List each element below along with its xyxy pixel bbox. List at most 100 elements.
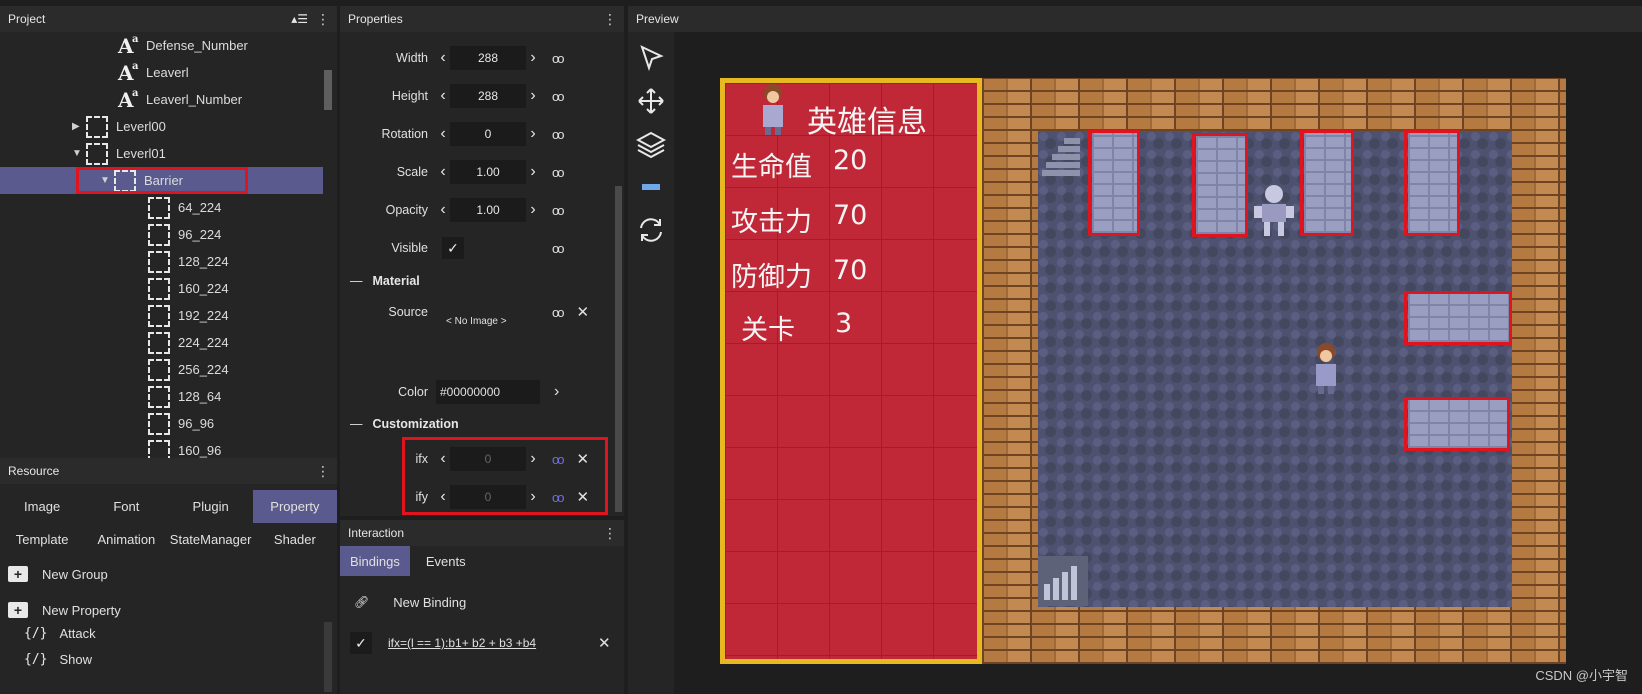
chevron-right-icon[interactable]: › bbox=[526, 198, 540, 222]
link-icon[interactable]: oo bbox=[552, 89, 565, 104]
scale-value[interactable]: 1.00 bbox=[450, 160, 526, 184]
tree-item-label: 160_224 bbox=[178, 281, 229, 296]
tree-item-label: 128_64 bbox=[178, 389, 222, 404]
tree-item[interactable]: ▶ Leverl00 bbox=[0, 113, 337, 140]
tab-plugin[interactable]: Plugin bbox=[169, 490, 253, 523]
chevron-right-icon[interactable]: › bbox=[526, 160, 540, 184]
close-icon[interactable]: ✕ bbox=[598, 634, 611, 652]
node-icon bbox=[148, 385, 170, 408]
tab-shader[interactable]: Shader bbox=[253, 523, 337, 556]
project-scrollbar[interactable] bbox=[324, 70, 332, 110]
chevron-right-icon[interactable]: › bbox=[554, 383, 559, 401]
preview-title: Preview bbox=[636, 12, 679, 26]
node-icon bbox=[148, 412, 170, 435]
tree-item[interactable]: 224_224 bbox=[0, 329, 337, 356]
chevron-left-icon[interactable]: ‹ bbox=[436, 84, 450, 108]
tree-item[interactable]: 64_224 bbox=[0, 194, 337, 221]
expand-arrow-icon[interactable]: ▶ bbox=[72, 121, 86, 132]
chevron-right-icon[interactable]: › bbox=[526, 46, 540, 70]
opacity-value[interactable]: 1.00 bbox=[450, 198, 526, 222]
tree-item[interactable]: 128_224 bbox=[0, 248, 337, 275]
new-group-button[interactable]: + New Group bbox=[0, 556, 337, 592]
link-icon[interactable]: oo bbox=[552, 127, 565, 142]
stat-label: 防御力 bbox=[731, 262, 812, 293]
binding-expression[interactable]: ifx=(l == 1):b1+ b2 + b3 +b4 bbox=[388, 636, 578, 650]
layers-icon[interactable] bbox=[628, 122, 674, 165]
rotation-value[interactable]: 0 bbox=[450, 122, 526, 146]
resource-scrollbar[interactable] bbox=[324, 622, 332, 692]
tree-item[interactable]: ▼ Leverl01 bbox=[0, 140, 337, 167]
scale-stepper[interactable]: ‹ 1.00 › bbox=[436, 160, 540, 184]
material-section[interactable]: — Material bbox=[350, 274, 420, 288]
binding-checkbox[interactable]: ✓ bbox=[350, 632, 372, 654]
more-options-icon[interactable]: ⋮ bbox=[316, 11, 330, 28]
tree-item[interactable]: 96_224 bbox=[0, 221, 337, 248]
properties-scrollbar[interactable] bbox=[615, 186, 622, 512]
list-item[interactable]: {/} Show bbox=[0, 646, 337, 672]
tree-item-label: Leaverl bbox=[146, 65, 189, 80]
tab-events[interactable]: Events bbox=[416, 546, 476, 576]
source-value[interactable]: < No Image > bbox=[436, 298, 540, 327]
rotation-label: Rotation bbox=[381, 127, 428, 141]
tree-item[interactable]: 128_64 bbox=[0, 383, 337, 410]
link-icon[interactable]: oo bbox=[552, 51, 565, 66]
rotation-stepper[interactable]: ‹ 0 › bbox=[436, 122, 540, 146]
tab-animation[interactable]: Animation bbox=[84, 523, 168, 556]
customization-section[interactable]: — Customization bbox=[350, 417, 459, 431]
height-stepper[interactable]: ‹ 288 › bbox=[436, 84, 540, 108]
tree-item-label: 128_224 bbox=[178, 254, 229, 269]
more-options-icon[interactable]: ⋮ bbox=[603, 11, 617, 28]
tab-font[interactable]: Font bbox=[84, 490, 168, 523]
tab-property[interactable]: Property bbox=[252, 490, 337, 523]
tree-item[interactable]: Aa Leaverl bbox=[0, 59, 337, 86]
stat-label: 生命值 bbox=[731, 152, 812, 183]
chevron-left-icon[interactable]: ‹ bbox=[436, 160, 450, 184]
tab-image[interactable]: Image bbox=[0, 490, 84, 523]
width-value[interactable]: 288 bbox=[450, 46, 526, 70]
more-options-icon[interactable]: ⋮ bbox=[316, 463, 330, 480]
tree-item[interactable]: Aa Leaverl_Number bbox=[0, 86, 337, 113]
chevron-right-icon[interactable]: › bbox=[526, 84, 540, 108]
height-value[interactable]: 288 bbox=[450, 84, 526, 108]
list-item[interactable]: {/} Attack bbox=[0, 620, 337, 646]
resource-header: Resource ⋮ bbox=[0, 458, 337, 484]
collapse-arrow-icon[interactable]: ▼ bbox=[72, 148, 86, 159]
chevron-left-icon[interactable]: ‹ bbox=[436, 122, 450, 146]
width-stepper[interactable]: ‹ 288 › bbox=[436, 46, 540, 70]
select-tool-icon[interactable] bbox=[628, 36, 674, 79]
tab-statemanager[interactable]: StateManager bbox=[169, 523, 253, 556]
chevron-left-icon[interactable]: ‹ bbox=[436, 198, 450, 222]
tree-item[interactable]: 192_224 bbox=[0, 302, 337, 329]
link-icon[interactable]: oo bbox=[552, 165, 565, 180]
node-icon bbox=[148, 331, 170, 354]
properties-panel: Properties ⋮ Width ‹ 288 › oo Height ‹ 2… bbox=[340, 6, 624, 516]
chevron-left-icon[interactable]: ‹ bbox=[436, 46, 450, 70]
tree-item[interactable]: 256_224 bbox=[0, 356, 337, 383]
height-row: Height ‹ 288 › oo bbox=[340, 81, 624, 111]
link-icon[interactable]: oo bbox=[552, 305, 565, 320]
refresh-icon[interactable] bbox=[628, 208, 674, 251]
visible-checkbox[interactable]: ✓ bbox=[442, 237, 464, 259]
new-binding-button[interactable]: 🔗︎ New Binding bbox=[340, 580, 624, 624]
tree-item[interactable]: 160_224 bbox=[0, 275, 337, 302]
tab-template[interactable]: Template bbox=[0, 523, 84, 556]
tree-item[interactable]: Aa Defense_Number bbox=[0, 32, 337, 59]
tree-item[interactable]: 96_96 bbox=[0, 410, 337, 437]
ruler-icon[interactable] bbox=[628, 165, 674, 208]
color-label: Color bbox=[398, 385, 428, 399]
close-icon[interactable]: ✕ bbox=[576, 303, 589, 321]
node-icon bbox=[148, 304, 170, 327]
tab-bindings[interactable]: Bindings bbox=[340, 546, 410, 576]
link-icon[interactable]: oo bbox=[552, 241, 565, 256]
game-canvas[interactable]: 英雄信息 生命值 20 攻击力 70 防御力 70 关卡 3 bbox=[720, 78, 1566, 664]
move-tool-icon[interactable] bbox=[628, 79, 674, 122]
opacity-stepper[interactable]: ‹ 1.00 › bbox=[436, 198, 540, 222]
sort-icon[interactable]: ▴☰ bbox=[291, 12, 308, 26]
link-icon[interactable]: oo bbox=[552, 203, 565, 218]
chevron-right-icon[interactable]: › bbox=[526, 122, 540, 146]
scale-label: Scale bbox=[396, 165, 428, 179]
more-options-icon[interactable]: ⋮ bbox=[603, 525, 617, 542]
color-field[interactable]: #00000000 bbox=[436, 380, 540, 404]
binding-row[interactable]: ✓ ifx=(l == 1):b1+ b2 + b3 +b4 ✕ bbox=[340, 628, 624, 658]
list-item-label: Attack bbox=[59, 625, 96, 641]
